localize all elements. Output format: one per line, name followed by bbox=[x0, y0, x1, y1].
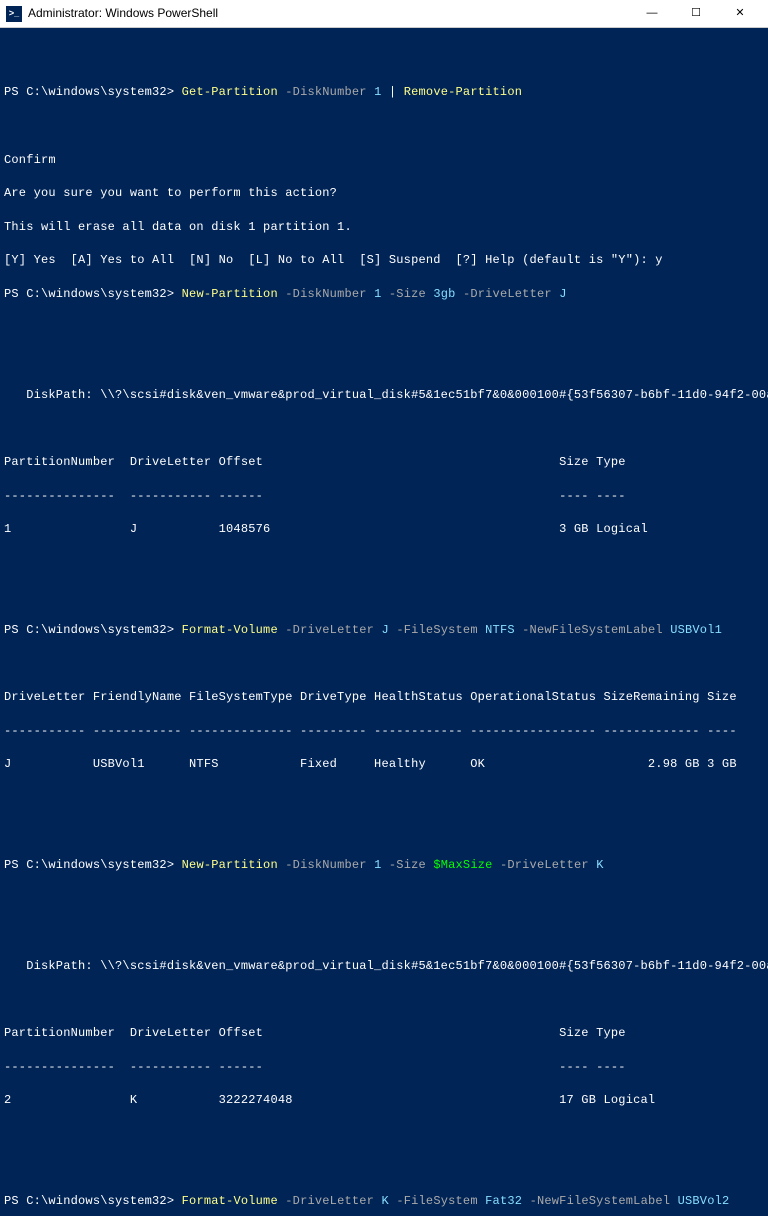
titlebar: >_ Administrator: Windows PowerShell — ☐… bbox=[0, 0, 768, 28]
blank bbox=[4, 891, 764, 908]
blank bbox=[4, 991, 764, 1008]
blank bbox=[4, 588, 764, 605]
window-title: Administrator: Windows PowerShell bbox=[28, 5, 630, 22]
table-row: 2 K 3222274048 17 GB Logical bbox=[4, 1092, 764, 1109]
blank bbox=[4, 924, 764, 941]
blank bbox=[4, 420, 764, 437]
close-button[interactable]: ✕ bbox=[718, 0, 762, 28]
table-header: PartitionNumber DriveLetter Offset Size … bbox=[4, 454, 764, 471]
window-controls: — ☐ ✕ bbox=[630, 0, 762, 28]
confirm-options: [Y] Yes [A] Yes to All [N] No [L] No to … bbox=[4, 252, 764, 269]
maximize-button[interactable]: ☐ bbox=[674, 0, 718, 28]
blank bbox=[4, 655, 764, 672]
table-divider: --------------- ----------- ------ ---- … bbox=[4, 1059, 764, 1076]
cmd-line: PS C:\windows\system32> New-Partition -D… bbox=[4, 857, 764, 874]
powershell-icon: >_ bbox=[6, 6, 22, 22]
blank bbox=[4, 1159, 764, 1176]
table-header: DriveLetter FriendlyName FileSystemType … bbox=[4, 689, 764, 706]
cmd-line: PS C:\windows\system32> Format-Volume -D… bbox=[4, 622, 764, 639]
blank bbox=[4, 1126, 764, 1143]
cmd-line: PS C:\windows\system32> New-Partition -D… bbox=[4, 286, 764, 303]
blank bbox=[4, 51, 764, 68]
table-row: 1 J 1048576 3 GB Logical bbox=[4, 521, 764, 538]
blank bbox=[4, 118, 764, 135]
table-row: J USBVol1 NTFS Fixed Healthy OK 2.98 GB … bbox=[4, 756, 764, 773]
confirm-warning: This will erase all data on disk 1 parti… bbox=[4, 219, 764, 236]
diskpath: DiskPath: \\?\scsi#disk&ven_vmware&prod_… bbox=[4, 958, 764, 975]
confirm-question: Are you sure you want to perform this ac… bbox=[4, 185, 764, 202]
cmd-line: PS C:\windows\system32> Format-Volume -D… bbox=[4, 1193, 764, 1210]
blank bbox=[4, 555, 764, 572]
confirm-header: Confirm bbox=[4, 152, 764, 169]
table-header: PartitionNumber DriveLetter Offset Size … bbox=[4, 1025, 764, 1042]
cmd-line: PS C:\windows\system32> Get-Partition -D… bbox=[4, 84, 764, 101]
blank bbox=[4, 353, 764, 370]
blank bbox=[4, 790, 764, 807]
table-divider: ----------- ------------ -------------- … bbox=[4, 723, 764, 740]
table-divider: --------------- ----------- ------ ---- … bbox=[4, 488, 764, 505]
minimize-button[interactable]: — bbox=[630, 0, 674, 28]
terminal-output[interactable]: PS C:\windows\system32> Get-Partition -D… bbox=[0, 28, 768, 1216]
blank bbox=[4, 823, 764, 840]
blank bbox=[4, 320, 764, 337]
diskpath: DiskPath: \\?\scsi#disk&ven_vmware&prod_… bbox=[4, 387, 764, 404]
